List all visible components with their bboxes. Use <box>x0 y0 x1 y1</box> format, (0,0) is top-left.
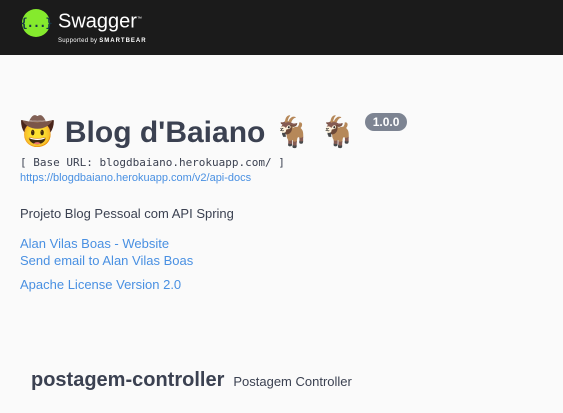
tag-name: postagem-controller <box>31 369 225 391</box>
base-url: [ Base URL: blogdbaiano.herokuapp.com/ ] <box>20 156 285 169</box>
swagger-logo-icon: {...} <box>20 9 53 37</box>
api-docs-link[interactable]: https://blogdbaiano.herokuapp.com/v2/api… <box>20 172 553 184</box>
api-info: 🤠 Blog d'Baiano 🐐 🐐 1.0.0 [ Base URL: bl… <box>20 110 553 292</box>
page-title: Blog d'Baiano 🐐 🐐 <box>64 115 357 149</box>
tag-description: Postagem Controller <box>233 374 352 389</box>
logo-word: Swagger™ <box>58 10 142 33</box>
tag-header-postagem-controller[interactable]: postagem-controller Postagem Controller <box>31 369 352 392</box>
cowboy-emoji-icon: 🤠 <box>20 116 55 147</box>
version-badge: 1.0.0 <box>364 113 408 131</box>
api-description: Projeto Blog Pessoal com API Spring <box>20 206 234 221</box>
contact-website-link[interactable]: Alan Vilas Boas - Website <box>20 235 553 252</box>
top-bar: {...} Swagger™ Supported by SMARTBEAR <box>0 0 563 55</box>
license-link[interactable]: Apache License Version 2.0 <box>20 277 553 292</box>
goat-emoji-icons: 🐐 🐐 <box>273 115 357 149</box>
logo-text: Swagger™ Supported by SMARTBEAR <box>58 8 147 45</box>
contact-email-link[interactable]: Send email to Alan Vilas Boas <box>20 252 553 269</box>
contact-links: Alan Vilas Boas - Website Send email to … <box>20 235 553 269</box>
swagger-logo[interactable]: {...} Swagger™ Supported by SMARTBEAR <box>20 8 147 45</box>
logo-subtitle: Supported by SMARTBEAR <box>58 37 147 44</box>
title-row: 🤠 Blog d'Baiano 🐐 🐐 1.0.0 <box>20 110 553 154</box>
